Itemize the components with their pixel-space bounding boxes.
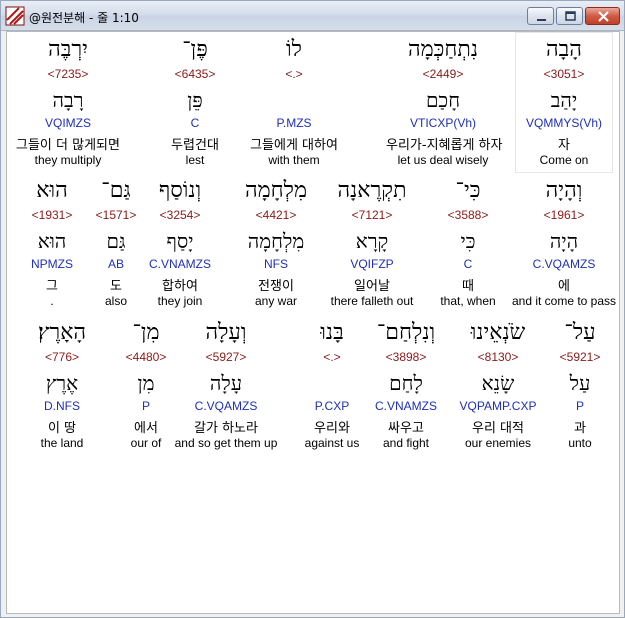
lexical-form: הוּא — [37, 229, 67, 253]
hebrew-word: הָבָה — [546, 37, 582, 62]
interlinear-panel[interactable]: הָבָה <3051> יָהַב VQMMYS(Vh) 자 Come on נִתְחַ… — [6, 31, 620, 614]
lexical-form: יָהַב — [550, 88, 578, 112]
lexical-form: קָרָא — [355, 229, 389, 253]
strong-number[interactable]: <7235> — [19, 67, 117, 81]
hebrew-word: הוּא — [36, 178, 68, 203]
hebrew-word: תִקְרֶאנָה — [337, 178, 407, 203]
lexical-form: רָבָה — [52, 88, 84, 112]
hebrew-word: הָאָרֶץ׃ — [37, 320, 87, 345]
strong-number[interactable]: <4480> — [97, 350, 195, 364]
hebrew-word: מִן־ — [132, 320, 160, 345]
close-button[interactable] — [585, 7, 620, 25]
hebrew-word: נִתְחַכְּמָה — [407, 37, 479, 62]
korean-gloss: 그들에게 대하여 — [250, 138, 338, 153]
english-gloss: they multiply — [34, 153, 102, 167]
morphology-code: VQPAMP.CXP — [459, 399, 537, 413]
word-cell[interactable]: מִלְחָמָה <4421> מִלְחָמָה NFS 전쟁이 any war — [227, 175, 325, 316]
strong-number[interactable]: <8130> — [449, 350, 547, 364]
strong-number[interactable]: <.> — [283, 350, 381, 364]
hebrew-word: פֶּן־ — [182, 37, 208, 62]
morphology-code: VQMMYS(Vh) — [525, 116, 602, 130]
english-gloss: Come on — [539, 153, 589, 167]
english-gloss: against us — [304, 436, 360, 450]
korean-gloss: 우리와 — [314, 421, 350, 436]
strong-number[interactable]: <6435> — [146, 67, 244, 81]
lexical-form — [245, 84, 343, 116]
lexical-form: פֵּן — [187, 88, 203, 112]
strong-number[interactable]: <3051> — [515, 67, 613, 81]
close-icon — [598, 11, 609, 22]
lexical-form: כִּי — [460, 229, 476, 253]
english-gloss: let us deal wisely — [397, 153, 489, 167]
lexical-form: מִן — [137, 371, 155, 395]
maximize-button[interactable] — [556, 7, 583, 25]
morphology-code: P.MZS — [276, 116, 312, 130]
title-bar[interactable]: @원전분해 - 줄 1:10 — [1, 1, 624, 31]
lexical-form: שָׂנֵא — [481, 371, 515, 395]
strong-number[interactable]: <.> — [245, 67, 343, 81]
korean-gloss: 그 — [46, 279, 58, 294]
morphology-code: VTICXP(Vh) — [409, 116, 476, 130]
hebrew-word: כִּי־ — [455, 178, 481, 203]
hebrew-word: שֹׂנְאֵינוּ — [470, 320, 526, 345]
app-window: @원전분해 - 줄 1:10 הָבָה <3051> יָהַב VQMMYS(Vh… — [0, 0, 625, 618]
strong-number[interactable]: <1931> — [3, 208, 101, 222]
word-cell[interactable]: כִּי־ <3588> כִּי C 때 that, when — [419, 175, 517, 316]
hebrew-word: לוֹ — [286, 37, 302, 62]
morphology-code: VQIFZP — [350, 257, 394, 271]
english-gloss: lest — [185, 153, 205, 167]
minimize-button[interactable] — [527, 7, 554, 25]
lexical-form: חָכַם — [425, 88, 461, 112]
korean-gloss: 이 땅 — [47, 421, 77, 436]
morphology-code: C.VQAMZS — [532, 257, 596, 271]
word-cell[interactable]: יִרְבֶּה <7235> רָבָה VQIMZS 그들이 더 많게되면 they … — [16, 34, 120, 175]
morphology-code: P — [141, 399, 150, 413]
window-title: @원전분해 - 줄 1:10 — [29, 11, 139, 25]
hebrew-word: בָּנוּ — [320, 320, 344, 345]
english-gloss: the land — [40, 436, 84, 450]
korean-gloss: 자 — [558, 138, 570, 153]
strong-number[interactable]: <7121> — [323, 208, 421, 222]
morphology-code: D.NFS — [44, 399, 80, 413]
word-cell[interactable]: הָאָרֶץ׃ <776> אֶרֶץ D.NFS 이 땅 the land — [13, 317, 111, 458]
strong-number[interactable]: <3588> — [419, 208, 517, 222]
word-cell[interactable]: הוּא <1931> הוּא NPMZS 그. — [3, 175, 101, 316]
korean-gloss: 우리가-지혜롭게 하자 — [386, 138, 503, 153]
korean-gloss: 두렵건대 — [171, 138, 219, 153]
strong-number[interactable]: <1961> — [515, 208, 613, 222]
word-cell[interactable]: פֶּן־ <6435> פֵּן C 두렵건대 lest — [146, 34, 244, 175]
morphology-code: C — [190, 116, 200, 130]
word-cell[interactable]: בָּנוּ <.> P.CXP 우리와 against us — [283, 317, 381, 458]
morphology-code: P.CXP — [314, 399, 350, 413]
diagonal-stripes-icon — [5, 6, 25, 26]
hebrew-word: יִרְבֶּה — [48, 37, 88, 62]
word-cell[interactable]: נִתְחַכְּמָה <2449> חָכַם VTICXP(Vh) 우리가-지혜롭… — [386, 34, 502, 175]
minimize-icon — [537, 19, 546, 21]
morphology-code: NPMZS — [31, 257, 73, 271]
korean-gloss: 그들이 더 많게되면 — [16, 138, 120, 153]
morphology-code: VQIMZS — [44, 116, 91, 130]
lexical-form: מִלְחָמָה — [247, 229, 305, 253]
lexical-form: הָיָה — [549, 229, 579, 253]
word-cell[interactable]: תִקְרֶאנָה <7121> קָרָא VQIFZP 일어날 there fall… — [323, 175, 421, 316]
strong-number[interactable]: <4421> — [227, 208, 325, 222]
lexical-form — [283, 367, 381, 399]
strong-number[interactable]: <776> — [13, 350, 111, 364]
word-cell[interactable]: וְהָיָה <1961> הָיָה C.VQAMZS 에 and it come t… — [512, 175, 616, 316]
hebrew-word: וְהָיָה — [545, 178, 583, 203]
hebrew-word: מִלְחָמָה — [244, 178, 308, 203]
word-cell[interactable]: לוֹ <.> P.MZS 그들에게 대하여 with them — [245, 34, 343, 175]
morphology-code: C — [463, 257, 473, 271]
word-cell[interactable]: הָבָה <3051> יָהַב VQMMYS(Vh) 자 Come on — [515, 34, 613, 175]
strong-number[interactable]: <2449> — [394, 67, 492, 81]
maximize-icon — [565, 11, 576, 21]
english-gloss: . — [50, 294, 54, 308]
morphology-code: NFS — [264, 257, 288, 271]
lexical-form: אֶרֶץ — [45, 371, 79, 395]
